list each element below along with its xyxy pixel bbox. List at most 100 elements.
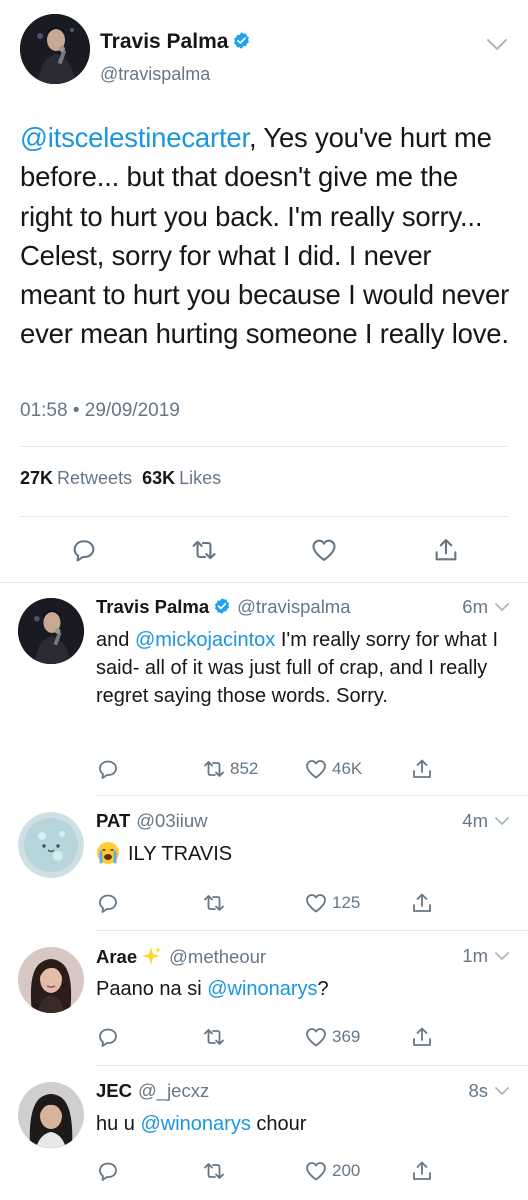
likes-count[interactable]: 63K	[142, 468, 175, 488]
reply-icon	[99, 894, 117, 913]
reply-action-bar: 200	[96, 1158, 516, 1186]
avatar[interactable]	[18, 1082, 84, 1148]
chevron-down-icon[interactable]	[494, 951, 510, 961]
divider	[96, 1065, 528, 1066]
like-button[interactable]: 125	[304, 890, 360, 916]
reply-text: hu u @winonarys chour	[96, 1110, 516, 1138]
reply-time[interactable]: 6m	[462, 596, 488, 618]
retweets-count[interactable]: 27K	[20, 468, 53, 488]
retweets-label[interactable]: Retweets	[57, 468, 132, 488]
reply-text-part: ?	[317, 978, 329, 1000]
reply-author-handle[interactable]: @03iiuw	[136, 810, 207, 831]
share-button[interactable]	[410, 1024, 438, 1050]
share-icon	[413, 1161, 431, 1180]
share-icon	[413, 893, 431, 912]
retweet-icon	[204, 895, 224, 911]
reply-button[interactable]	[96, 1024, 124, 1050]
reply-author-name[interactable]: JEC	[96, 1080, 132, 1101]
reply-tweet[interactable]: JEC @_jecxz 8s hu u @winonarys chour 200	[0, 1070, 528, 1200]
retweet-icon[interactable]	[190, 536, 218, 564]
reply-author-name[interactable]: Arae	[96, 946, 137, 967]
like-button[interactable]: 46K	[304, 756, 362, 782]
likes-label[interactable]: Likes	[179, 468, 221, 488]
reply-text-part: ILY TRAVIS	[128, 843, 233, 865]
chevron-down-icon[interactable]	[494, 602, 510, 612]
divider	[96, 795, 528, 796]
reply-author-name[interactable]: PAT	[96, 810, 130, 831]
chevron-down-icon[interactable]	[494, 1086, 510, 1096]
retweet-button[interactable]	[202, 890, 230, 916]
reply-action-bar: 125	[96, 890, 516, 918]
reply-time[interactable]: 1m	[462, 945, 488, 967]
reply-author-handle[interactable]: @travispalma	[237, 596, 350, 617]
verified-badge-icon	[215, 598, 230, 614]
tweet-timestamp[interactable]: 01:58 • 29/09/2019	[20, 400, 180, 422]
reply-tweet[interactable]: Travis Palma @travispalma 6m and @mickoja…	[0, 586, 528, 792]
reply-tweet[interactable]: Arae @metheour 1m Paano na si @winonarys?…	[0, 935, 528, 1061]
reply-tweet[interactable]: PAT @03iiuw 4m ILY TRAVIS 125	[0, 800, 528, 926]
reply-text-part: hu u	[96, 1113, 141, 1135]
retweet-icon	[204, 761, 224, 777]
tweet-body: , Yes you've hurt me before... but that …	[20, 122, 510, 350]
reply-header: PAT @03iiuw 4m	[96, 810, 510, 836]
share-icon[interactable]	[432, 536, 460, 564]
mention-link[interactable]: @winonarys	[140, 1113, 250, 1135]
reply-author-handle[interactable]: @_jecxz	[138, 1080, 209, 1101]
reply-action-bar: 369	[96, 1024, 516, 1052]
sparkle-emoji-icon	[142, 947, 162, 965]
chevron-down-icon[interactable]	[486, 38, 508, 52]
like-icon	[306, 1162, 326, 1181]
divider	[20, 446, 508, 447]
share-button[interactable]	[410, 756, 438, 782]
reply-author-handle[interactable]: @metheour	[169, 946, 266, 967]
main-tweet-header: Travis Palma @travispalma	[20, 14, 508, 94]
divider	[20, 516, 508, 517]
avatar[interactable]	[18, 812, 84, 878]
author-name-text: Travis Palma	[100, 30, 229, 53]
like-button[interactable]: 369	[304, 1024, 360, 1050]
author-handle[interactable]: @travispalma	[100, 64, 210, 85]
author-name[interactable]: Travis Palma	[100, 30, 251, 54]
reply-text-part: and	[96, 629, 135, 651]
reply-time[interactable]: 4m	[462, 810, 488, 832]
retweet-button[interactable]: 852	[202, 756, 258, 782]
reply-button[interactable]	[96, 756, 124, 782]
verified-badge-icon	[234, 32, 250, 49]
reply-icon[interactable]	[70, 536, 98, 564]
retweet-icon	[204, 1029, 224, 1045]
avatar[interactable]	[18, 598, 84, 664]
mention-link[interactable]: @itscelestinecarter	[20, 122, 249, 153]
retweet-button[interactable]	[202, 1158, 230, 1184]
avatar[interactable]	[20, 14, 90, 84]
retweet-count: 852	[230, 759, 259, 778]
like-icon	[306, 1028, 326, 1047]
share-button[interactable]	[410, 890, 438, 916]
retweet-button[interactable]	[202, 1024, 230, 1050]
reply-icon	[99, 1028, 117, 1047]
tweet-action-bar	[0, 530, 528, 570]
avatar[interactable]	[18, 947, 84, 1013]
reply-button[interactable]	[96, 1158, 124, 1184]
retweet-icon	[204, 1163, 224, 1179]
like-icon	[306, 894, 326, 913]
mention-link[interactable]: @winonarys	[207, 978, 317, 1000]
like-button[interactable]: 200	[304, 1158, 360, 1184]
crying-face-emoji-icon	[97, 842, 119, 864]
like-count: 46K	[332, 759, 363, 778]
like-count: 200	[332, 1161, 361, 1180]
mention-link[interactable]: @mickojacintox	[135, 629, 275, 651]
chevron-down-icon[interactable]	[494, 816, 510, 826]
tweet-stats: 27K Retweets 63K Likes	[20, 468, 231, 489]
reply-button[interactable]	[96, 890, 124, 916]
reply-text: Paano na si @winonarys?	[96, 975, 516, 1003]
share-button[interactable]	[410, 1158, 438, 1184]
reply-action-bar: 852 46K	[96, 756, 516, 784]
reply-text: ILY TRAVIS	[96, 840, 516, 868]
reply-author-name[interactable]: Travis Palma	[96, 596, 209, 617]
reply-header: Arae @metheour 1m	[96, 945, 510, 971]
reply-time[interactable]: 8s	[468, 1080, 488, 1102]
like-icon[interactable]	[310, 536, 338, 564]
like-count: 125	[332, 893, 361, 912]
share-icon	[413, 1027, 431, 1046]
reply-text: and @mickojacintox I'm really sorry for …	[96, 626, 516, 710]
